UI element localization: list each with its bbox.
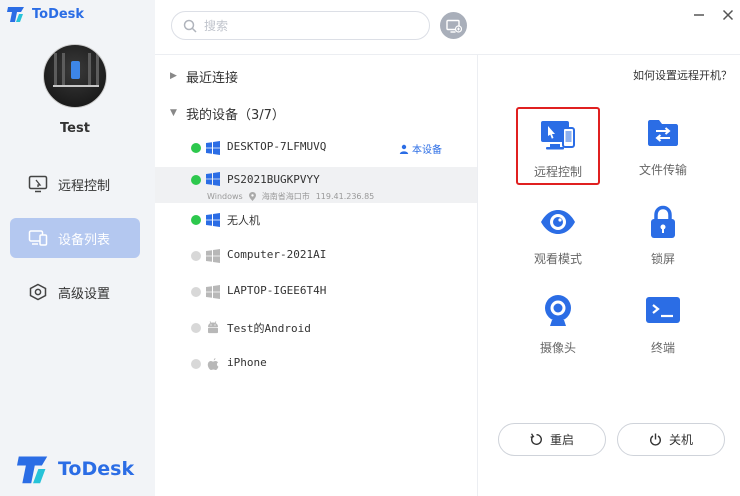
- device-location: 海南省海口市: [261, 192, 310, 201]
- online-status-dot: [191, 143, 201, 153]
- device-name: iPhone: [227, 356, 267, 369]
- android-icon: [208, 321, 218, 334]
- device-list-icon: [28, 230, 48, 246]
- expand-arrow-icon: ▶: [170, 71, 177, 81]
- device-os-label: Windows: [207, 192, 243, 201]
- this-device-label: 本设备: [412, 145, 442, 156]
- bottom-logo: ToDesk: [14, 452, 134, 486]
- offline-status-dot: [191, 323, 201, 333]
- location-pin-icon: [248, 192, 256, 201]
- add-device-icon: [445, 19, 462, 33]
- action-label: 文件传输: [638, 163, 687, 177]
- sidebar-item-label: 高级设置: [58, 286, 111, 302]
- group-label: 我的设备（3/7）: [186, 107, 285, 123]
- device-name: DESKTOP-7LFMUVQ: [227, 140, 327, 153]
- device-details: Windows 海南省海口市 119.41.236.85: [207, 191, 374, 202]
- this-device-tag: 本设备: [399, 141, 442, 156]
- online-status-dot: [191, 175, 201, 185]
- header-divider: [155, 54, 740, 55]
- offline-status-dot: [191, 251, 201, 261]
- action-label: 远程控制: [533, 165, 582, 179]
- action-label: 终端: [650, 341, 675, 355]
- sidebar: ToDesk Test 远程控制 设备列表 高级设置 ToDesk: [0, 0, 155, 496]
- search-input[interactable]: [204, 18, 404, 33]
- remote-control-icon: [541, 121, 575, 150]
- remote-control-action[interactable]: 远程控制: [516, 107, 600, 185]
- windows-icon: [206, 249, 220, 263]
- shutdown-label: 关机: [668, 433, 693, 447]
- offline-status-dot: [191, 359, 201, 369]
- avatar[interactable]: [43, 44, 107, 108]
- offline-status-dot: [191, 287, 201, 297]
- terminal-action[interactable]: 终端: [622, 293, 704, 371]
- close-icon: [722, 9, 734, 21]
- username: Test: [60, 121, 90, 136]
- minimize-icon: [694, 14, 704, 16]
- app-name: ToDesk: [32, 6, 85, 22]
- sidebar-item-remote-control[interactable]: 远程控制: [10, 164, 140, 204]
- todesk-logo-icon: [17, 456, 48, 484]
- device-row[interactable]: LAPTOP-IGEE6T4H: [155, 275, 477, 311]
- file-transfer-action[interactable]: 文件传输: [622, 115, 704, 193]
- sidebar-item-label: 设备列表: [58, 232, 111, 248]
- remote-boot-help-link[interactable]: 如何设置远程开机？: [633, 67, 732, 83]
- device-row[interactable]: iPhone: [155, 347, 477, 383]
- online-status-dot: [191, 215, 201, 225]
- restart-icon: [530, 433, 542, 445]
- action-label: 摄像头: [539, 341, 576, 355]
- user-icon: [399, 144, 409, 154]
- device-row[interactable]: Computer-2021AI: [155, 239, 477, 275]
- eye-icon: [541, 210, 575, 234]
- windows-icon: [206, 172, 220, 186]
- sidebar-item-label: 远程控制: [58, 178, 111, 194]
- device-row[interactable]: Test的Android: [155, 311, 477, 347]
- add-device-button[interactable]: [440, 12, 467, 39]
- group-my-devices[interactable]: ▼ 我的设备（3/7）: [170, 102, 285, 124]
- file-transfer-icon: [648, 120, 678, 146]
- action-label: 观看模式: [533, 252, 582, 266]
- group-recent-connections[interactable]: ▶ 最近连接: [170, 65, 238, 87]
- remote-control-icon: [28, 175, 48, 193]
- camera-icon: [545, 295, 571, 326]
- device-name: 无人机: [227, 214, 260, 227]
- terminal-icon: [646, 297, 680, 323]
- settings-icon: [29, 283, 47, 301]
- device-row[interactable]: DESKTOP-7LFMUVQ 本设备: [155, 131, 477, 167]
- power-icon: [650, 433, 661, 446]
- sidebar-item-device-list[interactable]: 设备列表: [10, 218, 140, 258]
- app-logo: ToDesk: [6, 4, 84, 24]
- bottom-app-name: ToDesk: [58, 458, 135, 480]
- sidebar-item-advanced-settings[interactable]: 高级设置: [10, 272, 140, 312]
- device-name: Computer-2021AI: [227, 248, 327, 261]
- device-ip: 119.41.236.85: [315, 192, 375, 201]
- restart-button[interactable]: 重启: [498, 423, 606, 456]
- windows-icon: [206, 141, 220, 155]
- restart-label: 重启: [549, 433, 574, 447]
- shutdown-button[interactable]: 关机: [617, 423, 725, 456]
- action-label: 锁屏: [650, 252, 675, 266]
- apple-icon: [207, 358, 219, 370]
- minimize-button[interactable]: [690, 6, 708, 24]
- device-name: LAPTOP-IGEE6T4H: [227, 284, 327, 297]
- watch-mode-action[interactable]: 观看模式: [517, 204, 599, 282]
- windows-icon: [206, 285, 220, 299]
- device-name: Test的Android: [227, 322, 311, 335]
- lock-screen-action[interactable]: 锁屏: [622, 204, 704, 282]
- search-icon: [183, 19, 197, 33]
- device-row[interactable]: 无人机: [155, 203, 477, 239]
- close-button[interactable]: [719, 6, 737, 24]
- windows-icon: [206, 213, 220, 227]
- device-name: PS2021BUGKPVYY: [227, 173, 320, 186]
- search-box[interactable]: [171, 11, 430, 40]
- camera-action[interactable]: 摄像头: [517, 293, 599, 371]
- group-label: 最近连接: [186, 70, 239, 86]
- lock-icon: [651, 205, 675, 238]
- collapse-arrow-icon: ▼: [170, 108, 177, 118]
- panel-divider: [477, 55, 478, 496]
- device-row[interactable]: PS2021BUGKPVYY Windows 海南省海口市 119.41.236…: [155, 167, 477, 203]
- todesk-logo-icon: [7, 7, 24, 22]
